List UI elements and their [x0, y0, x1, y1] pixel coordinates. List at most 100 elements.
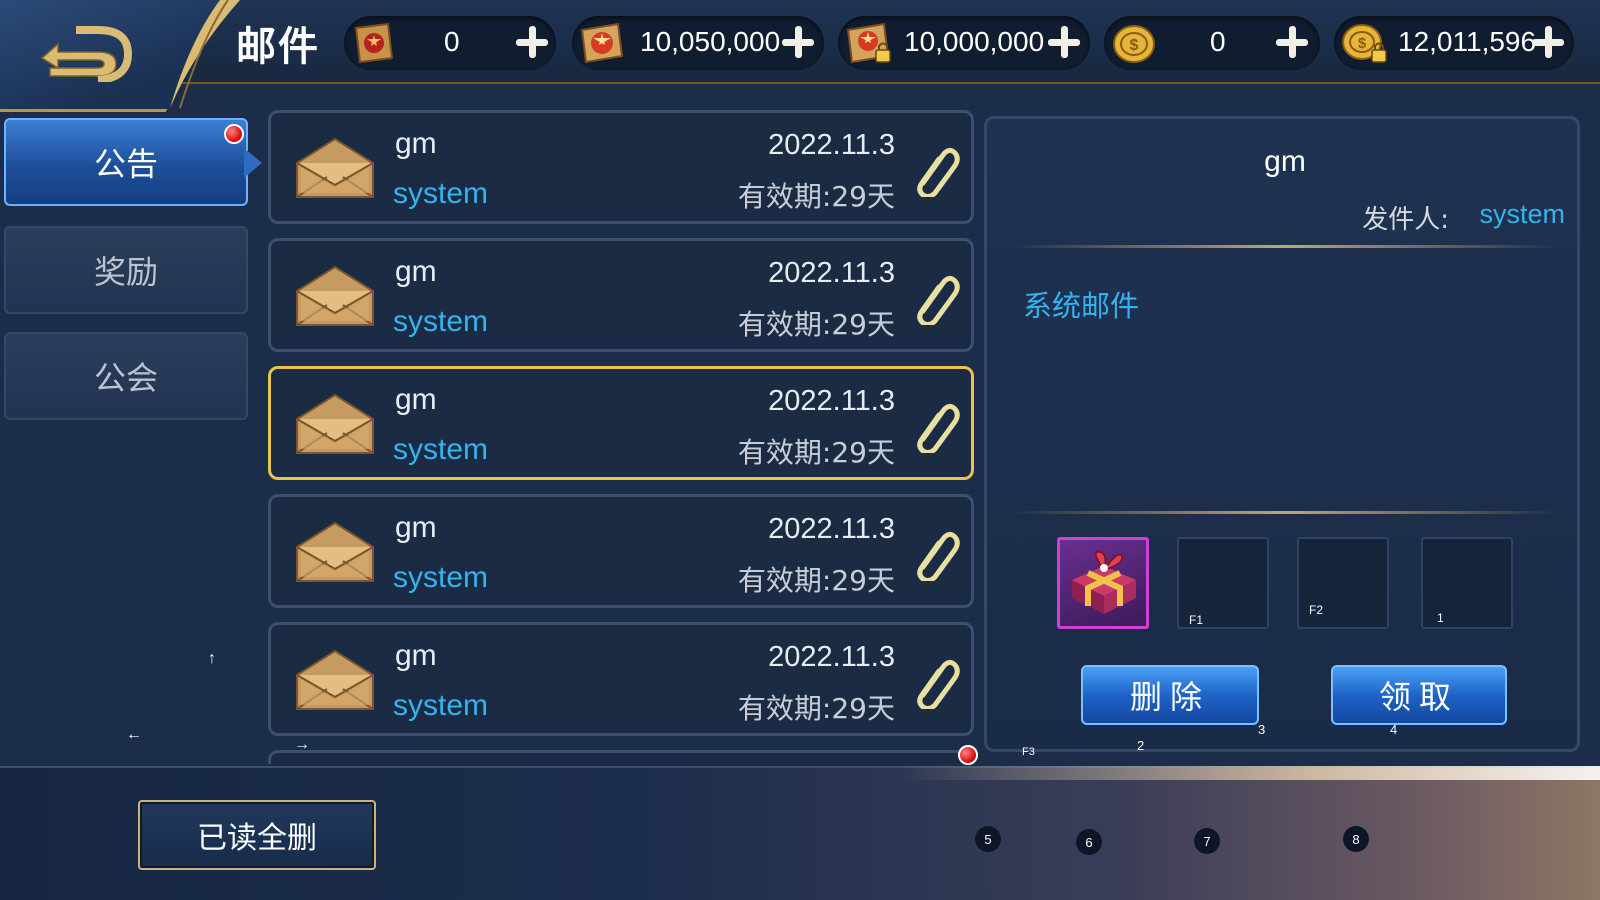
- resource-value-4: 0: [1210, 26, 1226, 57]
- key-hint-8: 8: [1343, 826, 1369, 852]
- key-hint-right: →: [294, 736, 310, 753]
- claim-button[interactable]: 领取: [1331, 665, 1507, 725]
- mail-item[interactable]: gm system 2022.11.3 有效期:29天: [268, 238, 974, 352]
- mail-sender: system: [393, 561, 489, 594]
- detail-title: gm: [1264, 145, 1306, 178]
- resource-pill-4: $ 0: [1104, 16, 1320, 70]
- envelope-icon: [296, 137, 374, 198]
- mail-item-partial[interactable]: [268, 750, 974, 764]
- resource-pill-3: 10,000,000: [838, 16, 1090, 70]
- resource-value-1: 0: [444, 26, 460, 57]
- detail-divider-top: [1011, 245, 1559, 248]
- attachment-slot-2[interactable]: F1: [1177, 537, 1269, 629]
- envelope-icon: [296, 649, 374, 710]
- gold-coin-icon: $: [1113, 25, 1155, 63]
- key-hint-6: 6: [1076, 829, 1102, 855]
- tab-guild-label: 公会: [93, 359, 158, 397]
- key-hint-2: 2: [1137, 738, 1145, 753]
- mail-detail-panel: gm 发件人: system 系统邮件 F1 F2 1 删除 领取: [984, 116, 1580, 752]
- mail-date: 2022.11.3: [768, 129, 895, 161]
- add-resource-1-button[interactable]: [512, 22, 552, 62]
- add-resource-4-button[interactable]: [1272, 22, 1312, 62]
- claim-button-label: 领取: [1378, 678, 1459, 716]
- slot-4-key-hint: 1: [1437, 611, 1444, 625]
- resource-value-5: 12,011,596: [1398, 26, 1537, 57]
- key-hint-3: 3: [1258, 722, 1266, 737]
- mail-date: 2022.11.3: [768, 513, 895, 545]
- envelope-icon: [296, 265, 374, 326]
- gift-box-icon: [1072, 551, 1136, 614]
- svg-text:$: $: [1358, 35, 1367, 52]
- sender-label: 发件人:: [1362, 205, 1449, 235]
- mail-item[interactable]: gm system 2022.11.3 有效期:29天: [268, 622, 974, 736]
- key-hint-5: 5: [975, 826, 1001, 852]
- mail-item[interactable]: gm system 2022.11.3 有效期:29天: [268, 366, 974, 480]
- key-hint-left: ←: [126, 726, 142, 743]
- mail-date: 2022.11.3: [768, 257, 895, 289]
- mail-title: gm: [395, 511, 437, 544]
- mail-date: 2022.11.3: [768, 641, 895, 673]
- mail-expiry: 有效期:29天: [737, 692, 895, 725]
- attachment-slot-4[interactable]: 1: [1421, 537, 1513, 629]
- resource-value-3: 10,000,000: [904, 26, 1045, 57]
- scroll-notification-dot: [958, 745, 978, 765]
- paperclip-icon: [917, 147, 960, 197]
- star-scroll-icon: [580, 22, 624, 64]
- slot-2-key-hint: F1: [1189, 613, 1204, 627]
- mail-expiry: 有效期:29天: [737, 308, 895, 341]
- delete-all-read-button[interactable]: 已读全删: [138, 800, 376, 870]
- key-hint-up: ↑: [208, 650, 216, 667]
- notification-dot: [224, 124, 244, 144]
- paperclip-icon: [917, 659, 960, 709]
- mail-date: 2022.11.3: [768, 385, 895, 417]
- back-arrow-icon[interactable]: [36, 22, 136, 82]
- mail-title: gm: [395, 383, 437, 416]
- slot-3-key-hint: F2: [1309, 603, 1324, 617]
- resource-pill-1: 0: [344, 16, 556, 70]
- mail-expiry: 有效期:29天: [737, 564, 895, 597]
- delete-all-read-label: 已读全删: [197, 821, 317, 856]
- active-tab-pointer: [244, 148, 262, 178]
- key-hint-7: 7: [1194, 828, 1220, 854]
- mail-item[interactable]: gm system 2022.11.3 有效期:29天: [268, 110, 974, 224]
- mail-expiry: 有效期:29天: [737, 436, 895, 469]
- gold-swoosh-decoration: [170, 0, 240, 109]
- add-resource-5-button[interactable]: [1528, 22, 1568, 62]
- mail-title: gm: [395, 639, 437, 672]
- mail-sender: system: [393, 689, 489, 722]
- mail-sender: system: [393, 177, 489, 210]
- attachment-slot-3[interactable]: F2: [1297, 537, 1389, 629]
- sender-value: system: [1479, 199, 1565, 229]
- tab-guild[interactable]: 公会: [4, 332, 248, 420]
- red-scroll-icon: [354, 22, 394, 64]
- key-hint-4: 4: [1390, 722, 1398, 737]
- mail-sender: system: [393, 433, 489, 466]
- tab-announcement[interactable]: 公告: [4, 118, 248, 206]
- detail-divider-bottom: [1011, 511, 1559, 514]
- resource-value-2: 10,050,000: [640, 26, 781, 57]
- delete-button[interactable]: 删除: [1081, 665, 1259, 725]
- resource-pill-5: $ 12,011,596: [1334, 16, 1574, 70]
- add-resource-3-button[interactable]: [1044, 22, 1084, 62]
- paperclip-icon: [917, 275, 960, 325]
- tab-rewards-label: 奖励: [93, 253, 158, 291]
- paperclip-icon: [917, 531, 960, 581]
- add-resource-2-button[interactable]: [778, 22, 818, 62]
- tab-rewards[interactable]: 奖励: [4, 226, 248, 314]
- locked-star-scroll-icon: [846, 22, 891, 64]
- bottom-bar-glow: [900, 766, 1600, 780]
- svg-text:$: $: [1130, 37, 1139, 54]
- paperclip-icon: [917, 403, 960, 453]
- mail-item[interactable]: gm system 2022.11.3 有效期:29天: [268, 494, 974, 608]
- tab-announcement-label: 公告: [93, 145, 158, 183]
- resource-pill-2: 10,050,000: [572, 16, 824, 70]
- attachment-slot-1[interactable]: [1057, 537, 1149, 629]
- delete-button-label: 删除: [1129, 678, 1210, 716]
- detail-body: 系统邮件: [1023, 289, 1140, 323]
- locked-gold-coin-icon: $: [1342, 24, 1387, 63]
- mail-title: gm: [395, 255, 437, 288]
- mail-sender: system: [393, 305, 489, 338]
- mail-title: gm: [395, 127, 437, 160]
- page-title: 邮件: [236, 24, 320, 70]
- mail-expiry: 有效期:29天: [737, 180, 895, 213]
